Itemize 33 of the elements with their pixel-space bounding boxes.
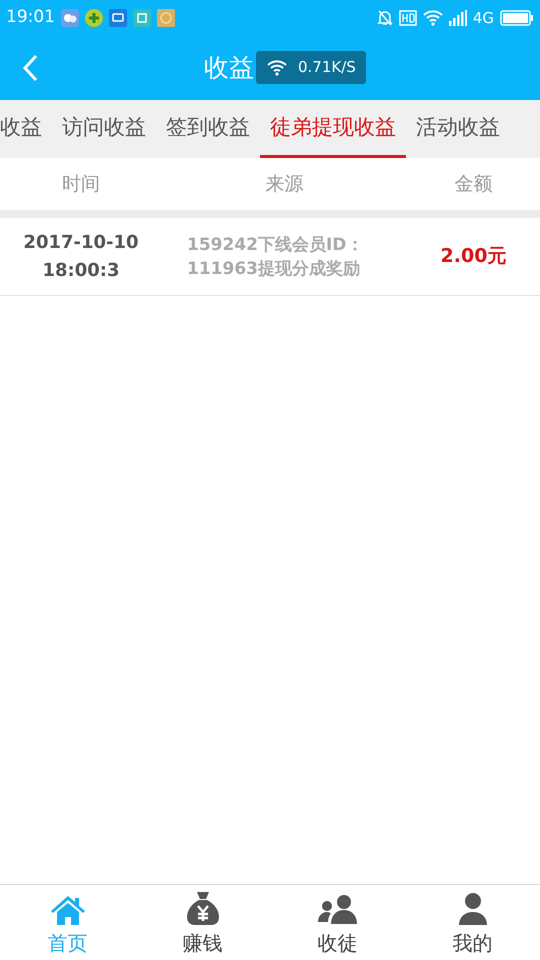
speed-text: 0.71K/S <box>298 57 356 78</box>
tab[interactable]: 徒弟提现收益 <box>260 100 406 158</box>
app-icon <box>157 9 175 27</box>
amount-cell-text: 2.00元 <box>440 244 506 270</box>
chat-app-icon <box>61 9 79 27</box>
network-type: 4G <box>472 8 494 29</box>
group-icon <box>316 894 358 926</box>
battery-icon <box>500 10 534 26</box>
column-header: 金额 <box>454 172 492 197</box>
message-app-icon <box>109 9 127 27</box>
nav-tab[interactable]: 我的 <box>405 885 540 960</box>
nav-tab[interactable]: 收徒 <box>270 885 405 960</box>
wifi-icon <box>422 10 443 26</box>
hd-icon <box>398 10 417 26</box>
home-icon <box>48 894 86 926</box>
status-time: 19:01 <box>6 6 55 30</box>
page-title: 收益 <box>204 52 254 84</box>
scan-app-icon <box>133 9 151 27</box>
person-icon <box>456 892 488 926</box>
signal-icon <box>448 10 467 26</box>
tab[interactable]: 签到收益 <box>156 100 260 158</box>
money-bag-icon <box>184 890 220 926</box>
time-cell-text: 2017-10-10 18:00:3 <box>22 230 140 282</box>
column-header: 时间 <box>62 172 100 197</box>
column-header: 来源 <box>266 172 304 197</box>
wifi-icon <box>266 60 288 76</box>
bell-muted-icon <box>376 9 393 27</box>
tab[interactable]: 访问收益 <box>52 100 156 158</box>
plus-app-icon <box>85 9 103 27</box>
tab[interactable]: 收益 <box>0 100 52 158</box>
nav-tab[interactable]: 赚钱 <box>135 885 270 960</box>
source-cell-text: 159242下线会员ID：111963提现分成奖励 <box>187 234 364 280</box>
tab[interactable]: 活动收益 <box>406 100 510 158</box>
